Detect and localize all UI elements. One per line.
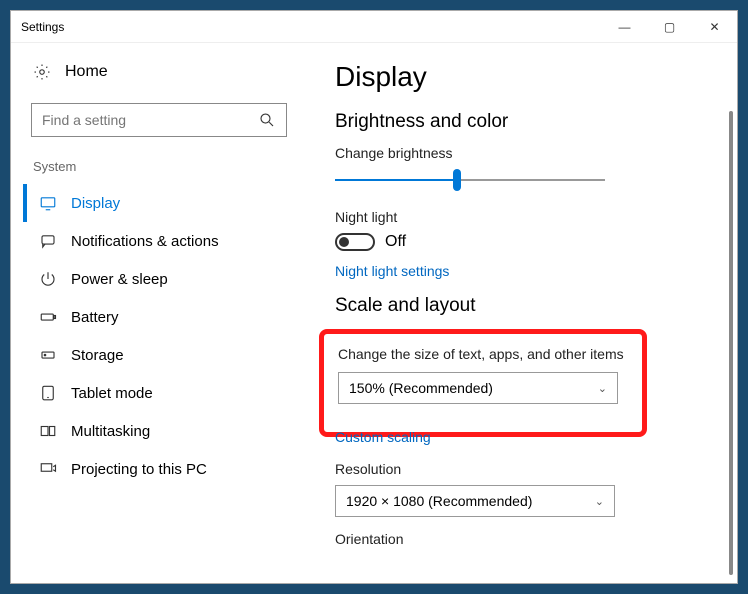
gear-icon	[33, 63, 51, 81]
tablet-icon	[39, 384, 57, 402]
close-button[interactable]: ✕	[692, 11, 737, 43]
night-light-label: Night light	[335, 209, 713, 225]
page-title: Display	[335, 61, 713, 93]
sidebar-item-label: Display	[71, 195, 120, 212]
sidebar: Home System Display Notifications & acti…	[11, 43, 311, 583]
sidebar-item-power[interactable]: Power & sleep	[23, 260, 311, 298]
sidebar-item-label: Tablet mode	[71, 385, 153, 402]
brightness-slider[interactable]	[335, 169, 605, 191]
section-scale: Scale and layout	[335, 295, 713, 317]
sidebar-group-label: System	[23, 153, 311, 180]
resolution-label: Resolution	[335, 461, 713, 477]
sidebar-item-battery[interactable]: Battery	[23, 298, 311, 336]
night-light-settings-link[interactable]: Night light settings	[335, 263, 713, 279]
sidebar-item-label: Multitasking	[71, 423, 150, 440]
window-title: Settings	[21, 20, 64, 34]
main-content: Display Brightness and color Change brig…	[311, 43, 737, 583]
sidebar-item-projecting[interactable]: Projecting to this PC	[23, 450, 311, 488]
maximize-button[interactable]: ▢	[647, 11, 692, 43]
highlight-annotation: Change the size of text, apps, and other…	[319, 329, 647, 437]
section-brightness: Brightness and color	[335, 111, 713, 133]
scale-label: Change the size of text, apps, and other…	[338, 346, 628, 362]
sidebar-item-label: Storage	[71, 347, 124, 364]
sidebar-item-tablet[interactable]: Tablet mode	[23, 374, 311, 412]
battery-icon	[39, 308, 57, 326]
chevron-down-icon: ⌄	[598, 382, 607, 395]
night-light-toggle[interactable]	[335, 233, 375, 251]
settings-window: Settings — ▢ ✕ Home System	[10, 10, 738, 584]
home-nav[interactable]: Home	[23, 55, 311, 89]
project-icon	[39, 460, 57, 478]
sidebar-item-notifications[interactable]: Notifications & actions	[23, 222, 311, 260]
night-light-state: Off	[385, 233, 406, 251]
storage-icon	[39, 346, 57, 364]
sidebar-item-storage[interactable]: Storage	[23, 336, 311, 374]
multitask-icon	[39, 422, 57, 440]
home-label: Home	[65, 63, 108, 81]
search-icon	[258, 111, 276, 129]
sidebar-item-label: Power & sleep	[71, 271, 168, 288]
scrollbar[interactable]	[729, 111, 733, 575]
brightness-label: Change brightness	[335, 145, 713, 161]
sidebar-item-multitasking[interactable]: Multitasking	[23, 412, 311, 450]
sidebar-item-label: Notifications & actions	[71, 233, 219, 250]
search-box[interactable]	[31, 103, 287, 137]
resolution-value: 1920 × 1080 (Recommended)	[346, 493, 532, 509]
sidebar-item-label: Battery	[71, 309, 119, 326]
speech-icon	[39, 232, 57, 250]
titlebar: Settings — ▢ ✕	[11, 11, 737, 43]
resolution-dropdown[interactable]: 1920 × 1080 (Recommended) ⌄	[335, 485, 615, 517]
sidebar-item-display[interactable]: Display	[23, 184, 311, 222]
orientation-label: Orientation	[335, 531, 713, 547]
search-input[interactable]	[42, 112, 258, 128]
power-icon	[39, 270, 57, 288]
sidebar-item-label: Projecting to this PC	[71, 461, 207, 478]
chevron-down-icon: ⌄	[595, 495, 604, 508]
custom-scaling-link[interactable]: Custom scaling	[335, 429, 713, 445]
monitor-icon	[39, 194, 57, 212]
minimize-button[interactable]: —	[602, 11, 647, 43]
scale-dropdown[interactable]: 150% (Recommended) ⌄	[338, 372, 618, 404]
scale-value: 150% (Recommended)	[349, 380, 493, 396]
